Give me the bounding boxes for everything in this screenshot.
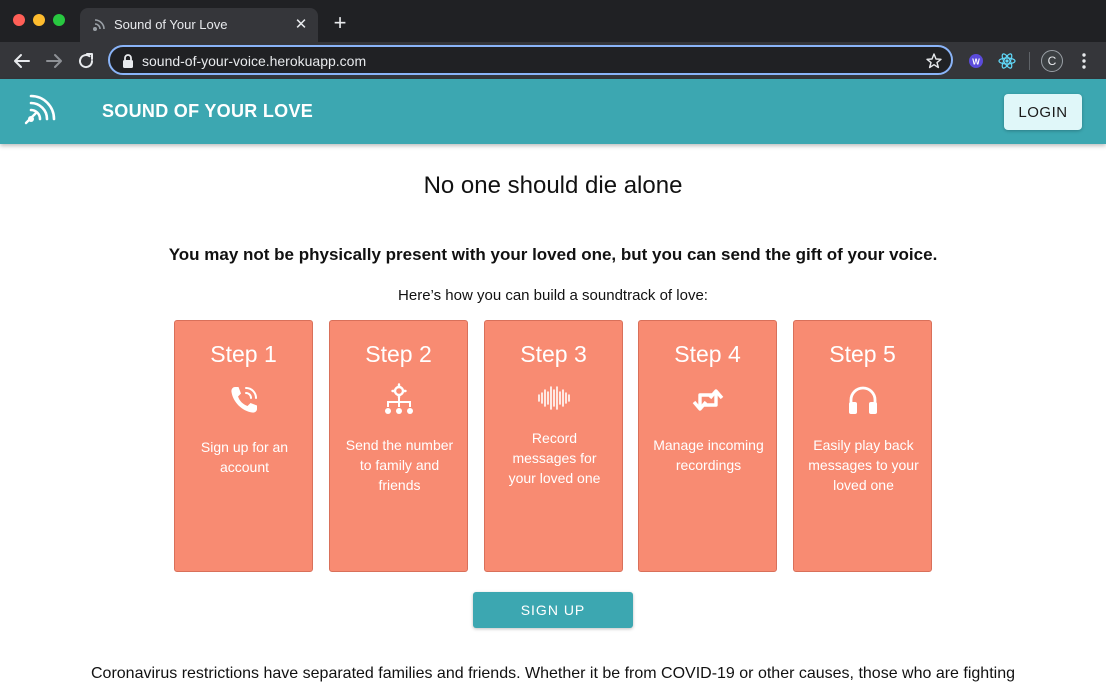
browser-menu-icon[interactable] (1076, 51, 1092, 71)
browser-tab-strip: Sound of Your Love ✕ + (0, 0, 1106, 42)
app-header: SOUND OF YOUR LOVE LOGIN (0, 79, 1106, 144)
forward-icon[interactable] (43, 50, 65, 72)
page-headline: No one should die alone (423, 172, 683, 199)
extension-react-icon[interactable] (997, 51, 1017, 71)
new-tab-icon[interactable]: + (330, 12, 350, 34)
back-icon[interactable] (11, 50, 33, 72)
step-description: Send the number to family and friends (345, 437, 454, 493)
step-card-1: Step 1 Sign up for an account (174, 320, 313, 572)
sign-up-button[interactable]: SIGN UP (473, 592, 633, 628)
browser-tab[interactable]: Sound of Your Love ✕ (80, 8, 318, 42)
step-card-5: Step 5 Easily play back messages to your… (793, 320, 932, 572)
headphones-icon (849, 386, 877, 414)
step-title: Step 4 (674, 341, 741, 367)
phone-icon (231, 387, 257, 413)
lock-icon[interactable] (121, 53, 135, 69)
extension-wappalyzer-icon[interactable]: W (966, 51, 986, 71)
retweet-icon (692, 389, 724, 411)
step-title: Step 2 (365, 341, 432, 367)
close-window-button[interactable] (13, 14, 25, 26)
maximize-window-button[interactable] (53, 14, 65, 26)
bookmark-star-icon[interactable] (925, 52, 943, 70)
profile-avatar[interactable]: C (1041, 50, 1063, 72)
brand-title[interactable]: SOUND OF YOUR LOVE (102, 101, 313, 121)
toolbar-divider (1029, 52, 1030, 70)
step-card-4: Step 4 Manage incoming recordings (638, 320, 777, 572)
step-description: Easily play back messages to your loved … (808, 437, 919, 493)
intro-paragraph: Coronavirus restrictions have separated … (91, 665, 1015, 682)
page-subhead: You may not be physically present with y… (168, 245, 938, 264)
step-title: Step 5 (829, 341, 896, 367)
login-button[interactable]: LOGIN (1004, 94, 1082, 130)
step-title: Step 3 (520, 341, 587, 367)
step-title: Step 1 (210, 341, 277, 367)
minimize-window-button[interactable] (33, 14, 45, 26)
favicon-icon (93, 19, 105, 31)
waveform-icon (538, 386, 570, 410)
address-bar[interactable]: sound-of-your-voice.herokuapp.com (108, 45, 953, 75)
reload-icon[interactable] (75, 50, 97, 72)
tab-close-icon[interactable]: ✕ (292, 16, 310, 34)
step-card-2: Step 2 Send the number to family and fri… (329, 320, 468, 572)
browser-toolbar: sound-of-your-voice.herokuapp.com W C (0, 42, 1106, 79)
sitemap-icon (385, 383, 413, 414)
step-description: Sign up for an account (200, 439, 289, 475)
svg-text:W: W (972, 58, 980, 67)
step-description: Manage incoming recordings (653, 437, 764, 473)
tab-title: Sound of Your Love (114, 17, 228, 32)
intro-text: Here’s how you can build a soundtrack of… (398, 287, 708, 304)
url-text[interactable]: sound-of-your-voice.herokuapp.com (142, 53, 366, 69)
step-card-3: Step 3 Record messages for your loved on… (484, 320, 623, 572)
broadcast-logo-icon[interactable] (22, 92, 62, 128)
step-description: Record messages for your loved one (508, 430, 601, 486)
